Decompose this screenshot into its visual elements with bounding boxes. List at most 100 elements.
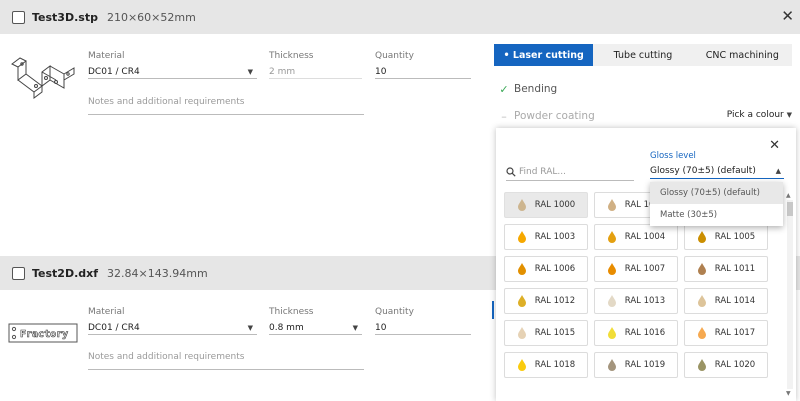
ral-colour-swatch[interactable]: RAL 1000 (504, 192, 588, 218)
ral-colour-name: RAL 1020 (714, 360, 756, 370)
minus-icon: – (501, 109, 507, 123)
ral-search-input[interactable] (519, 166, 627, 177)
gloss-option-matte[interactable]: Matte (30±5) (650, 204, 783, 226)
tab-laser-cutting[interactable]: • Laser cutting (494, 44, 594, 66)
ral-colour-name: RAL 1019 (624, 360, 666, 370)
ral-colour-popup: ✕ Gloss level Glossy (70±5) (default) ▲ … (496, 128, 796, 401)
ral-colour-name: RAL 1011 (714, 264, 756, 274)
gloss-level-select[interactable]: Glossy (70±5) (default) ▲ (650, 164, 784, 179)
colour-drop-icon (697, 263, 706, 275)
part-3d-thumbnail (6, 52, 78, 108)
logo-text: Fractory (20, 329, 68, 340)
gloss-level-menu: Glossy (70±5) (default) Matte (30±5) (650, 182, 783, 226)
colour-drop-icon (607, 327, 616, 339)
material-field[interactable]: Material DC01 / CR4 ▼ (88, 51, 257, 79)
file-dimensions: 32.84×143.94mm (107, 266, 208, 280)
item-select-checkbox[interactable] (12, 10, 25, 24)
tab-cnc-machining[interactable]: CNC machining (693, 44, 792, 66)
ral-colour-name: RAL 1012 (534, 296, 576, 306)
ral-scrollbar[interactable]: ▲ ▼ (786, 192, 794, 397)
thickness-select[interactable]: 0.8 mm ▼ (269, 321, 362, 335)
quote-page: Test3D.stp 210×60×52mm ✕ Material DC01 /… (0, 0, 800, 401)
ral-colour-swatch[interactable]: RAL 1016 (594, 320, 678, 346)
colour-drop-icon (697, 327, 706, 339)
colour-drop-icon (697, 295, 706, 307)
scroll-up-icon[interactable]: ▲ (786, 192, 791, 199)
ral-colour-swatch[interactable]: RAL 1006 (504, 256, 588, 282)
material-field[interactable]: Material DC01 / CR4 ▼ (88, 307, 257, 335)
ral-colour-swatch[interactable]: RAL 1020 (684, 352, 768, 378)
ral-search[interactable] (506, 163, 634, 181)
tab-tube-cutting[interactable]: Tube cutting (593, 44, 692, 66)
close-popup-icon[interactable]: ✕ (769, 138, 780, 153)
ral-colour-swatch[interactable]: RAL 1004 (594, 224, 678, 250)
panel-accent (492, 301, 494, 319)
ral-colour-name: RAL 1003 (534, 232, 576, 242)
quantity-input[interactable]: 10 (375, 321, 471, 335)
ral-colour-swatch[interactable]: RAL 1012 (504, 288, 588, 314)
process-bending[interactable]: ✓ Bending (494, 78, 792, 100)
ral-colour-swatch[interactable]: RAL 1011 (684, 256, 768, 282)
ral-colour-swatch[interactable]: RAL 1007 (594, 256, 678, 282)
ral-colour-swatch[interactable]: RAL 1018 (504, 352, 588, 378)
scroll-down-icon[interactable]: ▼ (786, 390, 791, 397)
quantity-field[interactable]: Quantity 10 (375, 51, 471, 79)
bending-label: Bending (514, 83, 558, 95)
colour-drop-icon (697, 359, 706, 371)
colour-drop-icon (607, 199, 616, 211)
quantity-label: Quantity (375, 307, 414, 317)
ral-colour-name: RAL 1016 (624, 328, 666, 338)
powder-coating-label: Powder coating (514, 110, 595, 122)
file-dimensions: 210×60×52mm (106, 10, 196, 24)
ral-colour-name: RAL 1015 (534, 328, 576, 338)
ral-colour-swatch[interactable]: RAL 1019 (594, 352, 678, 378)
gloss-option-glossy[interactable]: Glossy (70±5) (default) (650, 182, 783, 204)
notes-input[interactable]: Notes and additional requirements (88, 352, 364, 370)
ral-colour-swatch[interactable]: RAL 1014 (684, 288, 768, 314)
thickness-field: Thickness 2 mm (269, 51, 362, 79)
quantity-field[interactable]: Quantity 10 (375, 307, 471, 335)
ral-colour-name: RAL 1007 (624, 264, 666, 274)
ral-colour-name: RAL 1005 (714, 232, 756, 242)
colour-drop-icon (607, 359, 616, 371)
remove-item-close-icon[interactable]: ✕ (781, 8, 794, 24)
pick-colour-dropdown[interactable]: Pick a colour ▼ (727, 110, 792, 120)
ral-colour-swatch[interactable]: RAL 1005 (684, 224, 768, 250)
ral-colour-name: RAL 1000 (534, 200, 576, 210)
scroll-track[interactable] (787, 200, 793, 389)
ral-colour-swatch[interactable]: RAL 1003 (504, 224, 588, 250)
process-powder-coating[interactable]: – Powder coating Pick a colour ▼ (494, 105, 792, 127)
material-select[interactable]: DC01 / CR4 ▼ (88, 65, 257, 79)
chevron-down-icon: ▼ (247, 323, 253, 332)
ral-colour-swatch[interactable]: RAL 1017 (684, 320, 768, 346)
process-tabs: • Laser cutting Tube cutting CNC machini… (494, 44, 792, 66)
search-icon (506, 166, 516, 177)
ral-colour-swatch[interactable]: RAL 1015 (504, 320, 588, 346)
thickness-value: 0.8 mm (269, 322, 304, 333)
material-value: DC01 / CR4 (88, 322, 140, 333)
pick-colour-label: Pick a colour (726, 110, 784, 120)
material-value: DC01 / CR4 (88, 66, 140, 77)
ral-colour-swatch[interactable]: RAL 1013 (594, 288, 678, 314)
colour-drop-icon (517, 231, 526, 243)
item-select-checkbox[interactable] (12, 266, 25, 280)
chevron-down-icon: ▼ (352, 323, 358, 332)
thickness-field[interactable]: Thickness 0.8 mm ▼ (269, 307, 362, 335)
colour-drop-icon (517, 263, 526, 275)
file-name: Test2D.dxf (32, 266, 99, 280)
colour-drop-icon (517, 327, 526, 339)
material-select[interactable]: DC01 / CR4 ▼ (88, 321, 257, 335)
colour-drop-icon (607, 295, 616, 307)
ral-colour-name: RAL 1006 (534, 264, 576, 274)
chevron-up-icon: ▲ (775, 167, 781, 175)
quantity-input[interactable]: 10 (375, 65, 471, 79)
ral-colour-name: RAL 1018 (534, 360, 576, 370)
ral-colour-name: RAL 1013 (624, 296, 666, 306)
ral-colour-name: RAL 1004 (624, 232, 666, 242)
gloss-selected-value: Glossy (70±5) (default) (650, 166, 756, 176)
notes-input[interactable]: Notes and additional requirements (88, 97, 364, 115)
part-2d-thumbnail: Fractory (8, 323, 80, 347)
chevron-down-icon: ▼ (247, 67, 253, 76)
material-label: Material (88, 307, 125, 317)
scroll-thumb[interactable] (787, 202, 793, 216)
